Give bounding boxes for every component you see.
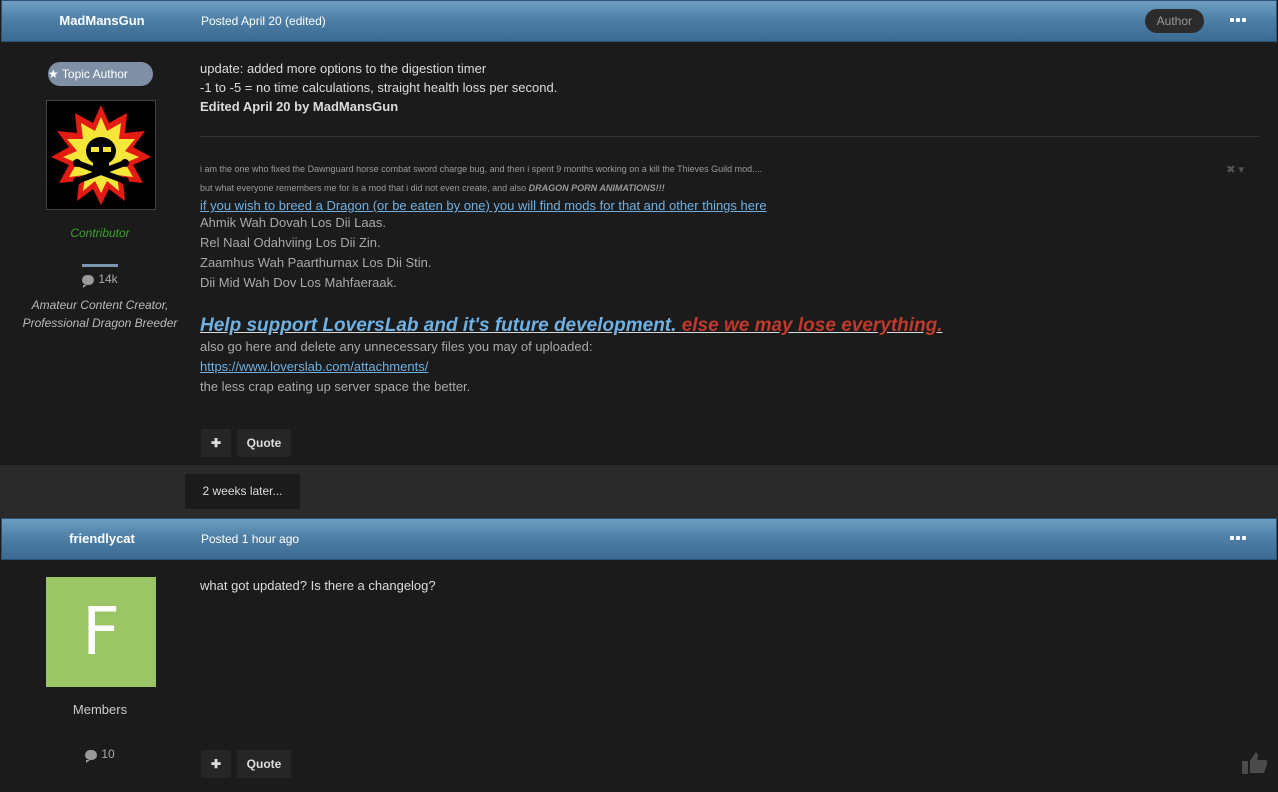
signature-link[interactable]: if you wish to breed a Dragon (or be eat… [200, 198, 1260, 213]
post-header: friendlycat Posted 1 hour ago [1, 518, 1277, 560]
member-title: Amateur Content Creator, Professional Dr… [0, 296, 200, 332]
signature: i am the one who fixed the Dawnguard hor… [200, 160, 1260, 397]
comment-icon [85, 749, 98, 763]
signature-line: also go here and delete any unnecessary … [200, 339, 593, 354]
topic-author-label: Topic Author [61, 67, 128, 81]
attachments-link[interactable]: https://www.loverslab.com/attachments/ [200, 357, 1260, 377]
post-count[interactable]: 14k [0, 272, 200, 288]
author-badge: Author [1144, 9, 1204, 33]
post-date[interactable]: Posted 1 hour ago [201, 519, 299, 559]
star-icon: ★ [48, 67, 59, 81]
signature-line: Ahmik Wah Dovah Los Dii Laas. [200, 215, 386, 230]
signature-bold: DRAGON PORN ANIMATIONS!!! [528, 183, 665, 193]
signature-line: the less crap eating up server space the… [200, 379, 471, 394]
post-header: MadMansGun Posted April 20 (edited) Auth… [1, 0, 1277, 42]
author-name-link[interactable]: MadMansGun [2, 1, 202, 41]
post-count-value: 10 [101, 747, 115, 761]
more-options-icon[interactable] [1228, 12, 1248, 28]
body-line: -1 to -5 = no time calculations, straigh… [200, 80, 558, 95]
more-options-icon[interactable] [1228, 530, 1248, 546]
post-body: update: added more options to the digest… [200, 59, 557, 116]
post-count-value: 14k [98, 272, 118, 286]
quote-button[interactable]: Quote [237, 429, 291, 457]
body-line: what got updated? Is there a changelog? [200, 578, 436, 593]
member-group: Contributor [70, 226, 130, 240]
post-count[interactable]: 10 [0, 747, 200, 763]
signature-small-text: i am the one who fixed the Dawnguard hor… [200, 164, 763, 174]
author-name-link[interactable]: friendlycat [2, 519, 202, 559]
like-thumbs-up-icon[interactable] [1242, 752, 1268, 774]
multiquote-button[interactable]: ✚ [201, 750, 231, 778]
time-gap: 2 weeks later... [0, 465, 1278, 518]
member-title-line: Professional Dragon Breeder [22, 316, 178, 330]
reputation-bar [82, 264, 118, 267]
edited-note: Edited April 20 by MadMansGun [200, 99, 399, 114]
comment-icon [82, 274, 95, 288]
skull-crossbones-icon [51, 105, 151, 205]
signature-line: Dii Mid Wah Dov Los Mahfaeraak. [200, 275, 397, 290]
post-body: what got updated? Is there a changelog? [200, 576, 436, 595]
member-title-line: Amateur Content Creator, [31, 298, 169, 312]
post-date[interactable]: Posted April 20 (edited) [201, 1, 326, 41]
support-link[interactable]: Help support LoversLab and it's future d… [200, 315, 1260, 337]
warning-text: else we may lose everything. [681, 315, 943, 336]
time-gap-label: 2 weeks later... [185, 474, 300, 509]
signature-small-prefix: but what everyone remembers me for is a … [200, 183, 529, 193]
topic-author-badge: ★ Topic Author [48, 62, 153, 86]
avatar[interactable] [46, 100, 156, 210]
avatar[interactable]: F [46, 577, 156, 687]
signature-line: Zaamhus Wah Paarthurnax Los Dii Stin. [200, 255, 432, 270]
member-group: Members [72, 702, 128, 717]
signature-line: Rel Naal Odahviing Los Dii Zin. [200, 235, 381, 250]
support-text: Help support LoversLab and it's future d… [200, 315, 677, 336]
close-signature-icon[interactable]: ✖ ▾ [1226, 163, 1244, 176]
quote-button[interactable]: Quote [237, 750, 291, 778]
signature-small-text: but what everyone remembers me for is a … [200, 179, 1260, 198]
multiquote-button[interactable]: ✚ [201, 429, 231, 457]
signature-divider [200, 136, 1260, 137]
body-line: update: added more options to the digest… [200, 61, 487, 76]
